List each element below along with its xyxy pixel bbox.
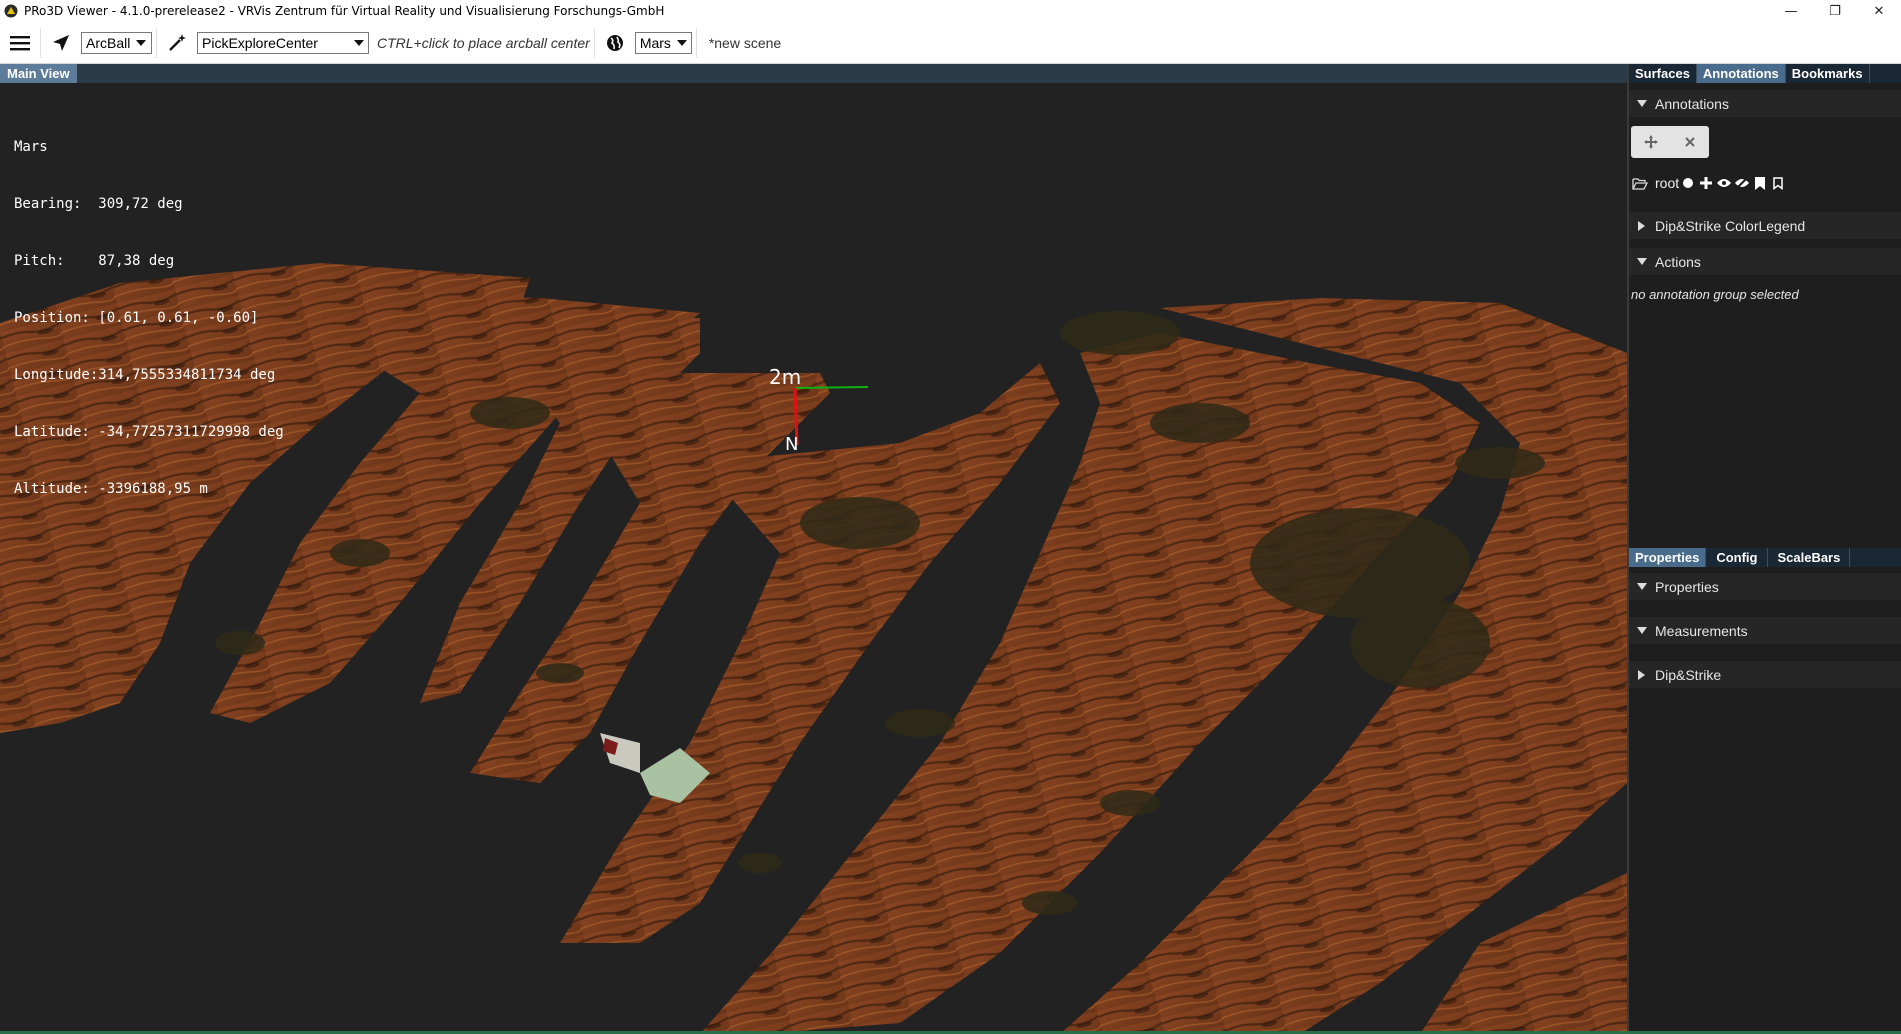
scale-bar-label: 2m	[769, 365, 802, 389]
dip-strike-legend-title: Dip&Strike ColorLegend	[1655, 217, 1806, 234]
eye-icon[interactable]	[1715, 175, 1733, 191]
triangle-down-icon	[1637, 583, 1647, 590]
info-latitude: Latitude: -34,77257311729998 deg	[14, 424, 284, 440]
triangle-down-icon	[1637, 258, 1647, 265]
tab-properties[interactable]: Properties	[1629, 548, 1707, 567]
actions-section-title: Actions	[1655, 253, 1701, 270]
toolbar-divider	[593, 27, 595, 58]
tab-bookmarks[interactable]: Bookmarks	[1786, 64, 1870, 83]
right-panel: Surfaces Annotations Bookmarks Annotatio…	[1627, 64, 1901, 1034]
planet-select[interactable]: Mars	[634, 31, 692, 54]
toolbar-divider	[40, 27, 41, 58]
globe-icon[interactable]	[599, 27, 631, 59]
triangle-right-icon	[1638, 669, 1645, 680]
tab-config[interactable]: Config	[1706, 548, 1769, 567]
circle-icon[interactable]	[1679, 175, 1697, 191]
navigation-mode-value: ArcBall	[86, 34, 131, 51]
interaction-hint: CTRL+click to place arcball center	[377, 34, 590, 51]
remove-group-button[interactable]	[1675, 129, 1705, 155]
tab-surfaces[interactable]: Surfaces	[1629, 64, 1697, 83]
window-controls: — ❐ ✕	[1769, 0, 1901, 22]
info-position: Position: [0.61, 0.61, -0.60]	[14, 310, 259, 326]
tab-main-view[interactable]: Main View	[0, 64, 77, 83]
restore-button[interactable]: ❐	[1813, 0, 1857, 22]
chevron-down-icon	[354, 39, 364, 46]
chevron-down-icon	[676, 39, 687, 46]
annotation-root-row[interactable]: root	[1631, 174, 1787, 192]
eye-slash-icon[interactable]	[1733, 175, 1751, 191]
main-view-tabstrip	[0, 64, 1627, 83]
folder-open-icon[interactable]	[1631, 175, 1649, 191]
bottom-tab-bar: Properties Config ScaleBars	[1629, 548, 1901, 567]
annotations-section-title: Annotations	[1655, 95, 1729, 112]
hamburger-menu-icon[interactable]	[4, 27, 36, 59]
triangle-down-icon	[1637, 100, 1647, 107]
actions-section-header[interactable]: Actions	[1629, 248, 1901, 275]
dip-strike-legend-header[interactable]: Dip&Strike ColorLegend	[1629, 212, 1901, 239]
minimize-button[interactable]: —	[1769, 0, 1813, 22]
north-indicator-label: N	[785, 434, 799, 455]
close-icon	[1684, 137, 1695, 147]
title-bar: PRo3D Viewer - 4.1.0-prerelease2 - VRVis…	[0, 0, 1901, 22]
dip-strike-section-header[interactable]: Dip&Strike	[1629, 661, 1901, 688]
annotations-section-header[interactable]: Annotations	[1629, 90, 1901, 117]
planet-value: Mars	[639, 34, 671, 51]
move-cross-icon	[1643, 135, 1658, 149]
toolbar: ArcBall PickExploreCenter CTRL+click to …	[0, 22, 1901, 64]
interaction-mode-value: PickExploreCenter	[202, 34, 318, 51]
triangle-down-icon	[1637, 627, 1647, 634]
tab-scalebars[interactable]: ScaleBars	[1768, 548, 1851, 567]
info-bearing: Bearing: 309,72 deg	[14, 196, 183, 212]
add-group-button[interactable]	[1636, 129, 1666, 155]
interaction-mode-select[interactable]: PickExploreCenter	[197, 31, 369, 54]
info-longitude: Longitude:314,7555334811734 deg	[14, 367, 276, 383]
bookmark-outline-icon[interactable]	[1769, 175, 1787, 191]
magic-wand-icon[interactable]	[161, 27, 193, 59]
window-title: PRo3D Viewer - 4.1.0-prerelease2 - VRVis…	[24, 4, 665, 18]
app-logo-icon	[4, 4, 18, 18]
info-pitch: Pitch: 87,38 deg	[14, 253, 175, 269]
properties-section-header[interactable]: Properties	[1629, 573, 1901, 600]
close-button[interactable]: ✕	[1857, 0, 1901, 22]
tab-annotations[interactable]: Annotations	[1696, 64, 1786, 83]
toolbar-divider	[156, 27, 157, 58]
measurements-section-header[interactable]: Measurements	[1629, 617, 1901, 644]
navigation-arrow-icon[interactable]	[45, 27, 77, 59]
no-group-selected-text: no annotation group selected	[1631, 287, 1799, 302]
chevron-down-icon	[136, 39, 147, 46]
camera-info-overlay: Mars Bearing: 309,72 deg Pitch: 87,38 de…	[14, 100, 284, 537]
info-altitude: Altitude: -3396188,95 m	[14, 481, 208, 497]
triangle-right-icon	[1638, 220, 1645, 231]
main-view[interactable]: Main View Mars Bearing: 309,72 deg Pitch…	[0, 64, 1627, 1034]
top-tab-bar: Surfaces Annotations Bookmarks	[1629, 64, 1901, 83]
properties-section-title: Properties	[1655, 578, 1719, 595]
dip-strike-section-title: Dip&Strike	[1655, 666, 1722, 683]
scene-name: *new scene	[708, 34, 782, 51]
toolbar-divider	[695, 27, 697, 58]
info-planet: Mars	[14, 139, 48, 155]
annotation-group-buttons	[1631, 126, 1709, 158]
navigation-mode-select[interactable]: ArcBall	[81, 31, 152, 54]
root-label: root	[1655, 175, 1680, 191]
measurements-section-title: Measurements	[1655, 622, 1748, 639]
plus-icon[interactable]	[1697, 175, 1715, 191]
bookmark-filled-icon[interactable]	[1751, 175, 1769, 191]
